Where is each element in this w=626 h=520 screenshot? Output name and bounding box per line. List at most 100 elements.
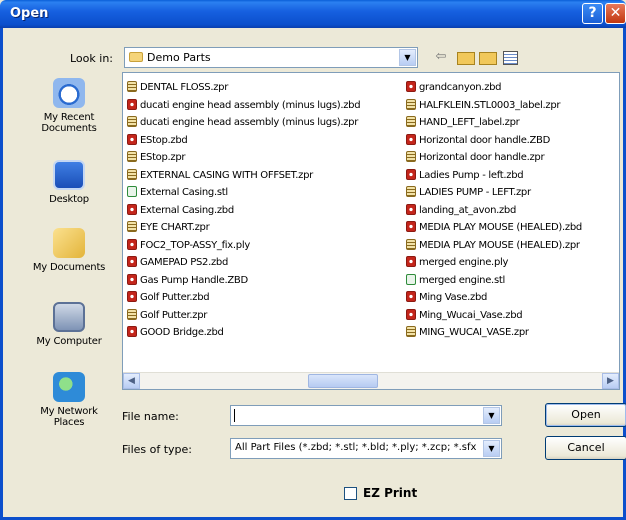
place-network-places[interactable]: My Network Places: [24, 372, 114, 428]
file-item[interactable]: Ming_Wucai_Vase.zbd: [406, 307, 618, 325]
file-name: merged engine.ply: [419, 257, 509, 268]
file-name: EYE CHART.zpr: [140, 222, 210, 233]
file-name: MING_WUCAI_VASE.zpr: [419, 327, 529, 338]
zpr-file-icon: [127, 151, 137, 162]
zbd-file-icon: [127, 133, 137, 145]
scroll-left-icon[interactable]: ◀: [123, 373, 140, 389]
file-item[interactable]: HALFKLEIN.STL0003_label.zpr: [406, 97, 618, 115]
file-name: HALFKLEIN.STL0003_label.zpr: [419, 99, 561, 111]
scroll-right-icon[interactable]: ▶: [602, 373, 619, 389]
new-folder-icon[interactable]: [478, 48, 496, 66]
file-name: merged engine.stl: [419, 274, 505, 286]
ez-print-label: EZ Print: [363, 486, 418, 500]
file-name: External Casing.zbd: [140, 204, 234, 216]
file-name: EXTERNAL CASING WITH OFFSET.zpr: [140, 169, 313, 181]
place-desktop[interactable]: Desktop: [24, 160, 114, 205]
file-item[interactable]: GAMEPAD PS2.zbd: [127, 254, 407, 272]
zpr-file-icon: [127, 221, 137, 232]
file-item[interactable]: EStop.zpr: [127, 149, 407, 167]
file-name-input[interactable]: ▼: [230, 405, 502, 426]
zbd-file-icon: [127, 256, 137, 267]
place-label: My Computer: [36, 336, 102, 347]
place-my-computer[interactable]: My Computer: [24, 302, 114, 347]
file-item[interactable]: External Casing.zbd: [127, 202, 407, 220]
close-button[interactable]: ✕: [605, 3, 626, 24]
place-my-documents[interactable]: My Documents: [24, 228, 114, 273]
zpr-file-icon: [406, 151, 416, 162]
file-name: Ladies Pump - left.zbd: [419, 169, 524, 181]
file-item[interactable]: FOC2_TOP-ASSY_fix.ply: [127, 237, 407, 255]
file-item[interactable]: Golf Putter.zbd: [127, 289, 407, 307]
look-in-dropdown[interactable]: Demo Parts ▼: [124, 47, 418, 68]
open-button[interactable]: Open: [545, 403, 626, 427]
file-name: EStop.zbd: [140, 134, 188, 146]
file-type-value: All Part Files (*.zbd; *.stl; *.bld; *.p…: [235, 442, 477, 453]
zbd-file-icon: [406, 133, 416, 145]
recent-documents-icon: [53, 78, 85, 108]
up-folder-icon[interactable]: [456, 48, 474, 66]
file-item[interactable]: Horizontal door handle.zpr: [406, 149, 618, 167]
place-recent-documents[interactable]: My Recent Documents: [24, 78, 114, 134]
file-item[interactable]: merged engine.ply: [406, 254, 618, 272]
file-item[interactable]: EYE CHART.zpr: [127, 219, 407, 237]
chevron-down-icon[interactable]: ▼: [483, 407, 500, 424]
zbd-file-icon: [127, 291, 137, 302]
file-item[interactable]: LADIES PUMP - LEFT.zpr: [406, 184, 618, 202]
desktop-icon: [53, 160, 85, 190]
zbd-file-icon: [127, 273, 137, 285]
look-in-label: Look in:: [70, 52, 113, 65]
views-menu-icon[interactable]: [502, 48, 520, 66]
file-item[interactable]: Horizontal door handle.ZBD: [406, 132, 618, 150]
file-item[interactable]: EXTERNAL CASING WITH OFFSET.zpr: [127, 167, 407, 185]
file-item[interactable]: Ming Vase.zbd: [406, 289, 618, 307]
file-item[interactable]: Ladies Pump - left.zbd: [406, 167, 618, 185]
window-title: Open: [10, 6, 49, 21]
place-label: My Documents: [32, 262, 106, 273]
file-type-dropdown[interactable]: All Part Files (*.zbd; *.stl; *.bld; *.p…: [230, 438, 502, 459]
scroll-thumb[interactable]: [308, 374, 378, 388]
help-button[interactable]: ?: [582, 3, 603, 24]
my-computer-icon: [53, 302, 85, 332]
file-name: EStop.zpr: [140, 152, 186, 163]
cancel-button[interactable]: Cancel: [545, 436, 626, 460]
file-name: DENTAL FLOSS.zpr: [140, 82, 229, 93]
file-name: ducati engine head assembly (minus lugs)…: [140, 99, 361, 111]
file-name: grandcanyon.zbd: [419, 82, 502, 93]
folder-icon: [129, 52, 143, 62]
ply-file-icon: [127, 238, 137, 250]
zbd-file-icon: [127, 203, 137, 215]
zbd-file-icon: [406, 168, 416, 180]
file-item[interactable]: External Casing.stl: [127, 184, 407, 202]
ply-file-icon: [406, 256, 416, 267]
file-item[interactable]: MEDIA PLAY MOUSE (HEALED).zbd: [406, 219, 618, 237]
file-column-1: DENTAL FLOSS.zpr ducati engine head assem…: [127, 79, 407, 342]
ez-print-checkbox[interactable]: [344, 487, 357, 500]
file-list[interactable]: DENTAL FLOSS.zpr ducati engine head assem…: [122, 72, 620, 390]
file-item[interactable]: MING_WUCAI_VASE.zpr: [406, 324, 618, 342]
file-type-label: Files of type:: [122, 443, 193, 456]
stl-file-icon: [406, 273, 416, 285]
file-item[interactable]: merged engine.stl: [406, 272, 618, 290]
file-item[interactable]: grandcanyon.zbd: [406, 79, 618, 97]
chevron-down-icon[interactable]: ▼: [483, 440, 500, 457]
zpr-file-icon: [406, 186, 416, 197]
file-item[interactable]: Gas Pump Handle.ZBD: [127, 272, 407, 290]
file-item[interactable]: ducati engine head assembly (minus lugs)…: [127, 114, 407, 132]
zbd-file-icon: [406, 203, 416, 215]
back-icon[interactable]: ⇦: [432, 48, 450, 66]
horizontal-scrollbar[interactable]: ◀ ▶: [123, 372, 619, 389]
file-item[interactable]: landing_at_avon.zbd: [406, 202, 618, 220]
file-name: landing_at_avon.zbd: [419, 204, 517, 216]
file-item[interactable]: HAND_LEFT_label.zpr: [406, 114, 618, 132]
zbd-file-icon: [127, 326, 137, 337]
file-item[interactable]: GOOD Bridge.zbd: [127, 324, 407, 342]
file-item[interactable]: ducati engine head assembly (minus lugs)…: [127, 97, 407, 115]
chevron-down-icon[interactable]: ▼: [399, 49, 416, 66]
file-name: External Casing.stl: [140, 187, 228, 198]
file-item[interactable]: MEDIA PLAY MOUSE (HEALED).zpr: [406, 237, 618, 255]
zpr-file-icon: [127, 116, 137, 127]
file-name: Ming Vase.zbd: [419, 292, 488, 303]
file-item[interactable]: Golf Putter.zpr: [127, 307, 407, 325]
file-item[interactable]: DENTAL FLOSS.zpr: [127, 79, 407, 97]
file-item[interactable]: EStop.zbd: [127, 132, 407, 150]
